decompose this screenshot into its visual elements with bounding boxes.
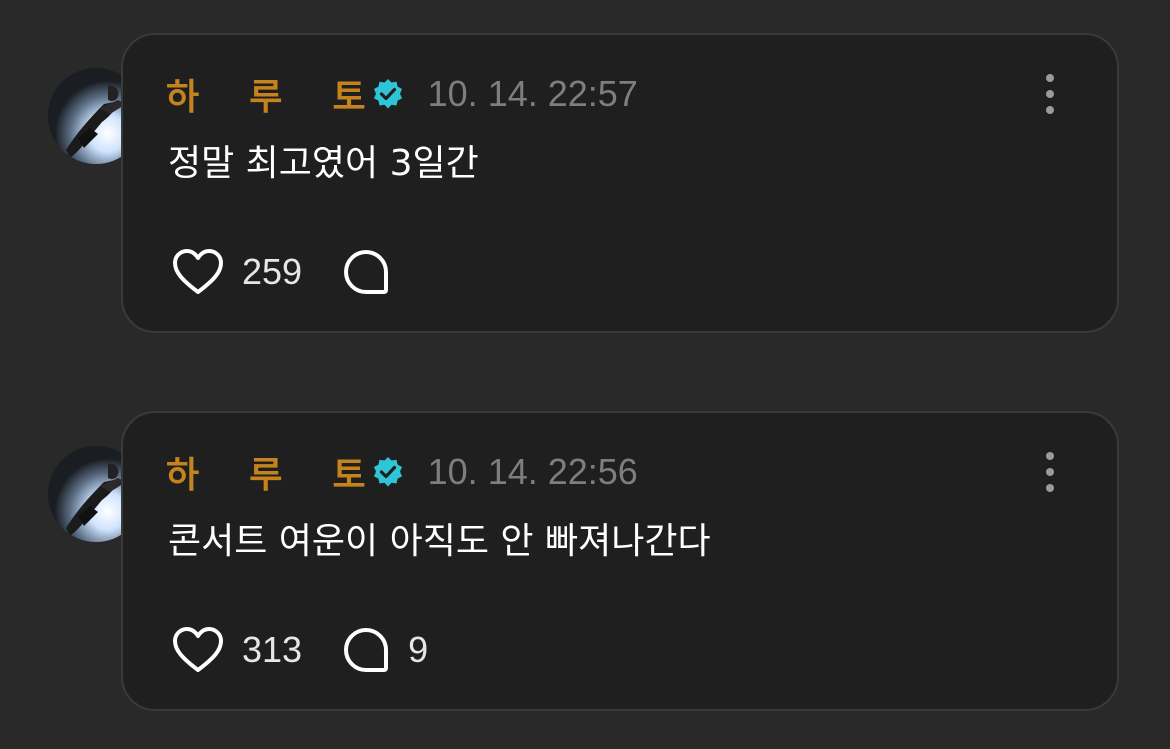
- heart-icon: [172, 248, 224, 296]
- heart-icon: [172, 626, 224, 674]
- more-vertical-icon-dot: [1046, 484, 1054, 492]
- more-options-button[interactable]: [1030, 68, 1070, 120]
- author-name[interactable]: 하 루 토: [166, 446, 366, 498]
- comment-actions: 313 9: [172, 622, 428, 678]
- comment-bubble-icon: [342, 248, 390, 296]
- like-button[interactable]: 259: [172, 248, 302, 296]
- more-vertical-icon-dot: [1046, 90, 1054, 98]
- comment-actions: 259: [172, 244, 408, 300]
- like-count: 313: [242, 629, 303, 670]
- comment-text: 콘서트 여운이 아직도 안 빠져나간다: [168, 521, 711, 562]
- like-button[interactable]: 313: [172, 626, 302, 674]
- comment-text: 정말 최고였어 3일간: [168, 143, 479, 184]
- author-name[interactable]: 하 루 토: [166, 68, 366, 120]
- comment-feed: 하 루 토 10. 14. 22:57 정말 최고였어 3일간 259 하 루 …: [0, 0, 1170, 749]
- comment-button[interactable]: [342, 248, 408, 296]
- comment-item: 하 루 토 10. 14. 22:56 콘서트 여운이 아직도 안 빠져나간다: [0, 406, 1170, 711]
- more-vertical-icon-dot: [1046, 106, 1054, 114]
- comment-bubble-icon: [342, 626, 390, 674]
- more-vertical-icon-dot: [1046, 452, 1054, 460]
- verified-badge-icon: [372, 78, 404, 110]
- comment-header: 하 루 토 10. 14. 22:57: [166, 72, 638, 118]
- like-count: 259: [242, 251, 303, 292]
- comment-button[interactable]: 9: [342, 626, 428, 674]
- comment-count: 9: [408, 629, 429, 670]
- more-vertical-icon-dot: [1046, 468, 1054, 476]
- timestamp: 10. 14. 22:57: [427, 73, 638, 114]
- more-vertical-icon-dot: [1046, 74, 1054, 82]
- timestamp: 10. 14. 22:56: [427, 451, 638, 492]
- more-options-button[interactable]: [1030, 446, 1070, 498]
- comment-header: 하 루 토 10. 14. 22:56: [166, 450, 638, 496]
- comment-item: 하 루 토 10. 14. 22:57 정말 최고였어 3일간 259: [0, 28, 1170, 333]
- verified-badge-icon: [372, 456, 404, 488]
